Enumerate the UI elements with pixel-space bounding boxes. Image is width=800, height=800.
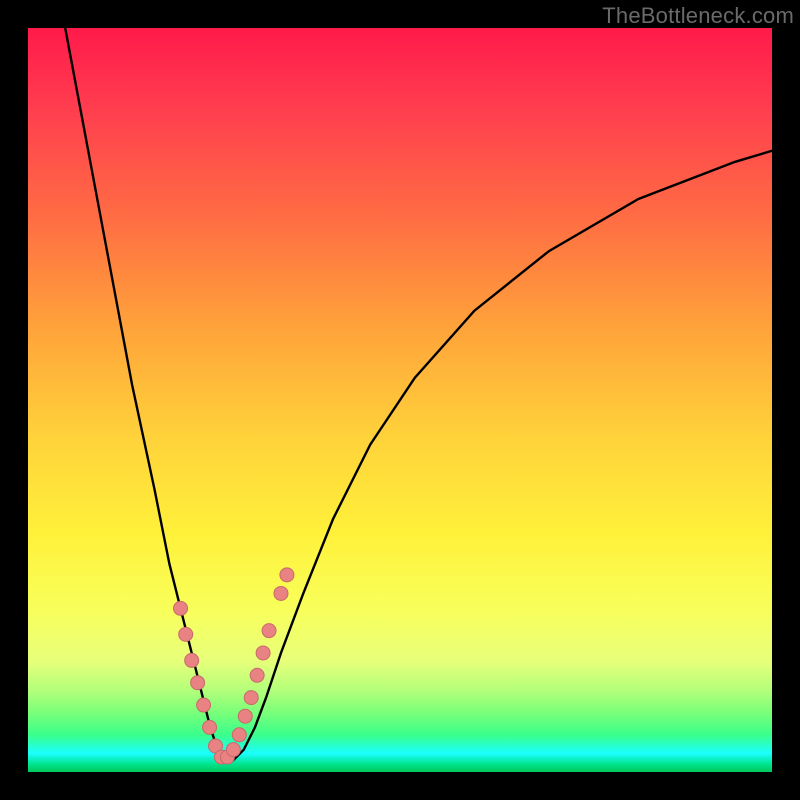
curve-marker xyxy=(191,676,205,690)
bottleneck-curve xyxy=(65,28,772,761)
curve-marker xyxy=(280,568,294,582)
curve-marker xyxy=(244,691,258,705)
plot-area xyxy=(28,28,772,772)
curve-marker xyxy=(232,728,246,742)
curve-marker xyxy=(174,601,188,615)
curve-marker xyxy=(250,668,264,682)
curve-marker xyxy=(226,743,240,757)
watermark-text: TheBottleneck.com xyxy=(602,3,794,29)
curve-marker xyxy=(256,646,270,660)
chart-frame: TheBottleneck.com xyxy=(0,0,800,800)
curve-marker xyxy=(203,720,217,734)
curve-marker xyxy=(262,624,276,638)
curve-marker xyxy=(238,709,252,723)
curve-marker xyxy=(185,653,199,667)
curve-marker xyxy=(274,586,288,600)
curve-marker xyxy=(179,627,193,641)
chart-svg xyxy=(28,28,772,772)
curve-marker xyxy=(197,698,211,712)
